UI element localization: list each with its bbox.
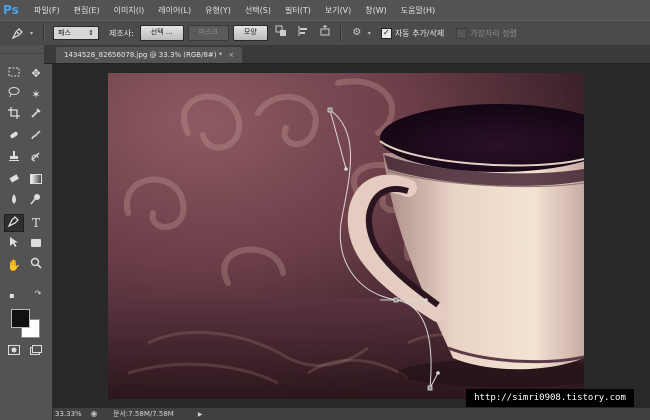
hand-tool-icon[interactable]: ✋ [4,257,24,275]
make-label: 제조사: [109,28,134,38]
divider [339,25,342,41]
menu-filter[interactable]: 필터(T) [278,5,318,16]
gear-icon[interactable]: ⚙ [349,25,365,41]
divider [43,25,46,41]
brush-tool-icon[interactable] [26,129,46,147]
menu-select[interactable]: 선택(S) [238,5,278,16]
make-selection-button[interactable]: 선택 ... [139,25,184,41]
menu-type[interactable]: 유형(Y) [198,5,238,16]
menu-view[interactable]: 보기(V) [318,5,358,16]
quick-mask-icon[interactable] [4,343,24,361]
document-tab-title: 1434528_82656078.jpg @ 33.3% (RGB/8#) * [64,51,223,59]
swap-colors-icon[interactable]: ↷ [28,285,48,303]
path-alignment-icon[interactable] [295,25,311,41]
pen-tool-icon[interactable] [4,214,24,232]
document-size-info: 문서:7.58M/7.58M [113,410,174,418]
close-icon[interactable]: × [228,51,234,59]
pen-tool-preset-icon[interactable] [6,24,30,42]
document-tab-strip: 1434528_82656078.jpg @ 33.3% (RGB/8#) * × [44,45,650,64]
move-tool-icon[interactable]: ✥ [26,65,46,83]
menu-file[interactable]: 파일(F) [27,5,67,16]
tool-mode-value: 패스 [58,29,71,37]
lasso-tool-icon[interactable] [4,86,24,104]
menu-bar: Ps 파일(F) 편집(E) 이미지(I) 레이어(L) 유형(Y) 선택(S)… [0,0,650,20]
canvas-area[interactable] [53,64,650,408]
type-tool-icon[interactable]: T [26,214,46,232]
chevron-updown-icon: ⇕ [88,29,95,37]
toolbox: ✥ ✶ T ✋ ▪ ↷ [0,45,53,420]
spot-healing-tool-icon[interactable] [4,129,24,147]
chevron-right-icon[interactable]: ▶ [198,411,203,418]
eyedropper-tool-icon[interactable] [26,107,46,125]
marquee-tool-icon[interactable] [4,65,24,83]
foreground-color-swatch[interactable] [11,309,30,328]
menu-window[interactable]: 창(W) [358,5,394,16]
menu-help[interactable]: 도움말(H) [394,5,442,16]
eraser-tool-icon[interactable] [4,172,24,190]
screen-mode-icon[interactable] [26,343,46,361]
menu-edit[interactable]: 편집(E) [67,5,107,16]
make-shape-button[interactable]: 모양 [232,25,268,41]
clone-stamp-tool-icon[interactable] [4,150,24,168]
options-bar: ▾ 패스 ⇕ 제조사: 선택 ... 마스크 모양 ⚙ ▾ ✓ 자동 추가/삭제… [0,20,650,46]
dodge-tool-icon[interactable] [26,193,46,211]
menu-layer[interactable]: 레이어(L) [151,5,198,16]
auto-add-delete-checkbox[interactable]: ✓ [380,27,392,39]
menu-image[interactable]: 이미지(I) [107,5,152,16]
history-brush-tool-icon[interactable] [26,150,46,168]
align-edges-checkbox[interactable] [456,27,468,39]
chevron-down-icon[interactable]: ▾ [30,30,33,37]
align-edges-label: 가장자리 정렬 [470,28,517,38]
tool-mode-select[interactable]: 패스 ⇕ [53,26,100,40]
chevron-down-icon[interactable]: ▾ [368,30,371,37]
path-selection-tool-icon[interactable] [4,236,24,254]
default-colors-icon[interactable]: ▪ [2,287,22,305]
document-tab[interactable]: 1434528_82656078.jpg @ 33.3% (RGB/8#) * × [56,47,243,63]
watermark-url: http://simri0908.tistory.com [466,389,634,407]
status-info-icon[interactable]: ◉ [89,409,99,419]
photoshop-logo: Ps [3,3,19,17]
path-operations-icon[interactable] [273,25,289,41]
make-mask-button[interactable]: 마스크 [187,25,229,41]
gradient-tool-icon[interactable] [26,172,46,190]
magic-wand-tool-icon[interactable]: ✶ [26,86,46,104]
path-arrangement-icon[interactable] [317,24,333,41]
auto-add-delete-label: 자동 추가/삭제 [394,28,445,38]
blur-tool-icon[interactable] [4,193,24,211]
crop-tool-icon[interactable] [4,107,24,125]
zoom-tool-icon[interactable] [26,257,46,275]
zoom-level[interactable]: 33.33% [55,410,87,418]
document-image[interactable] [108,73,584,399]
status-bar: 33.33% ◉ 문서:7.58M/7.58M ▶ [53,408,650,420]
rectangle-shape-tool-icon[interactable] [26,236,46,254]
